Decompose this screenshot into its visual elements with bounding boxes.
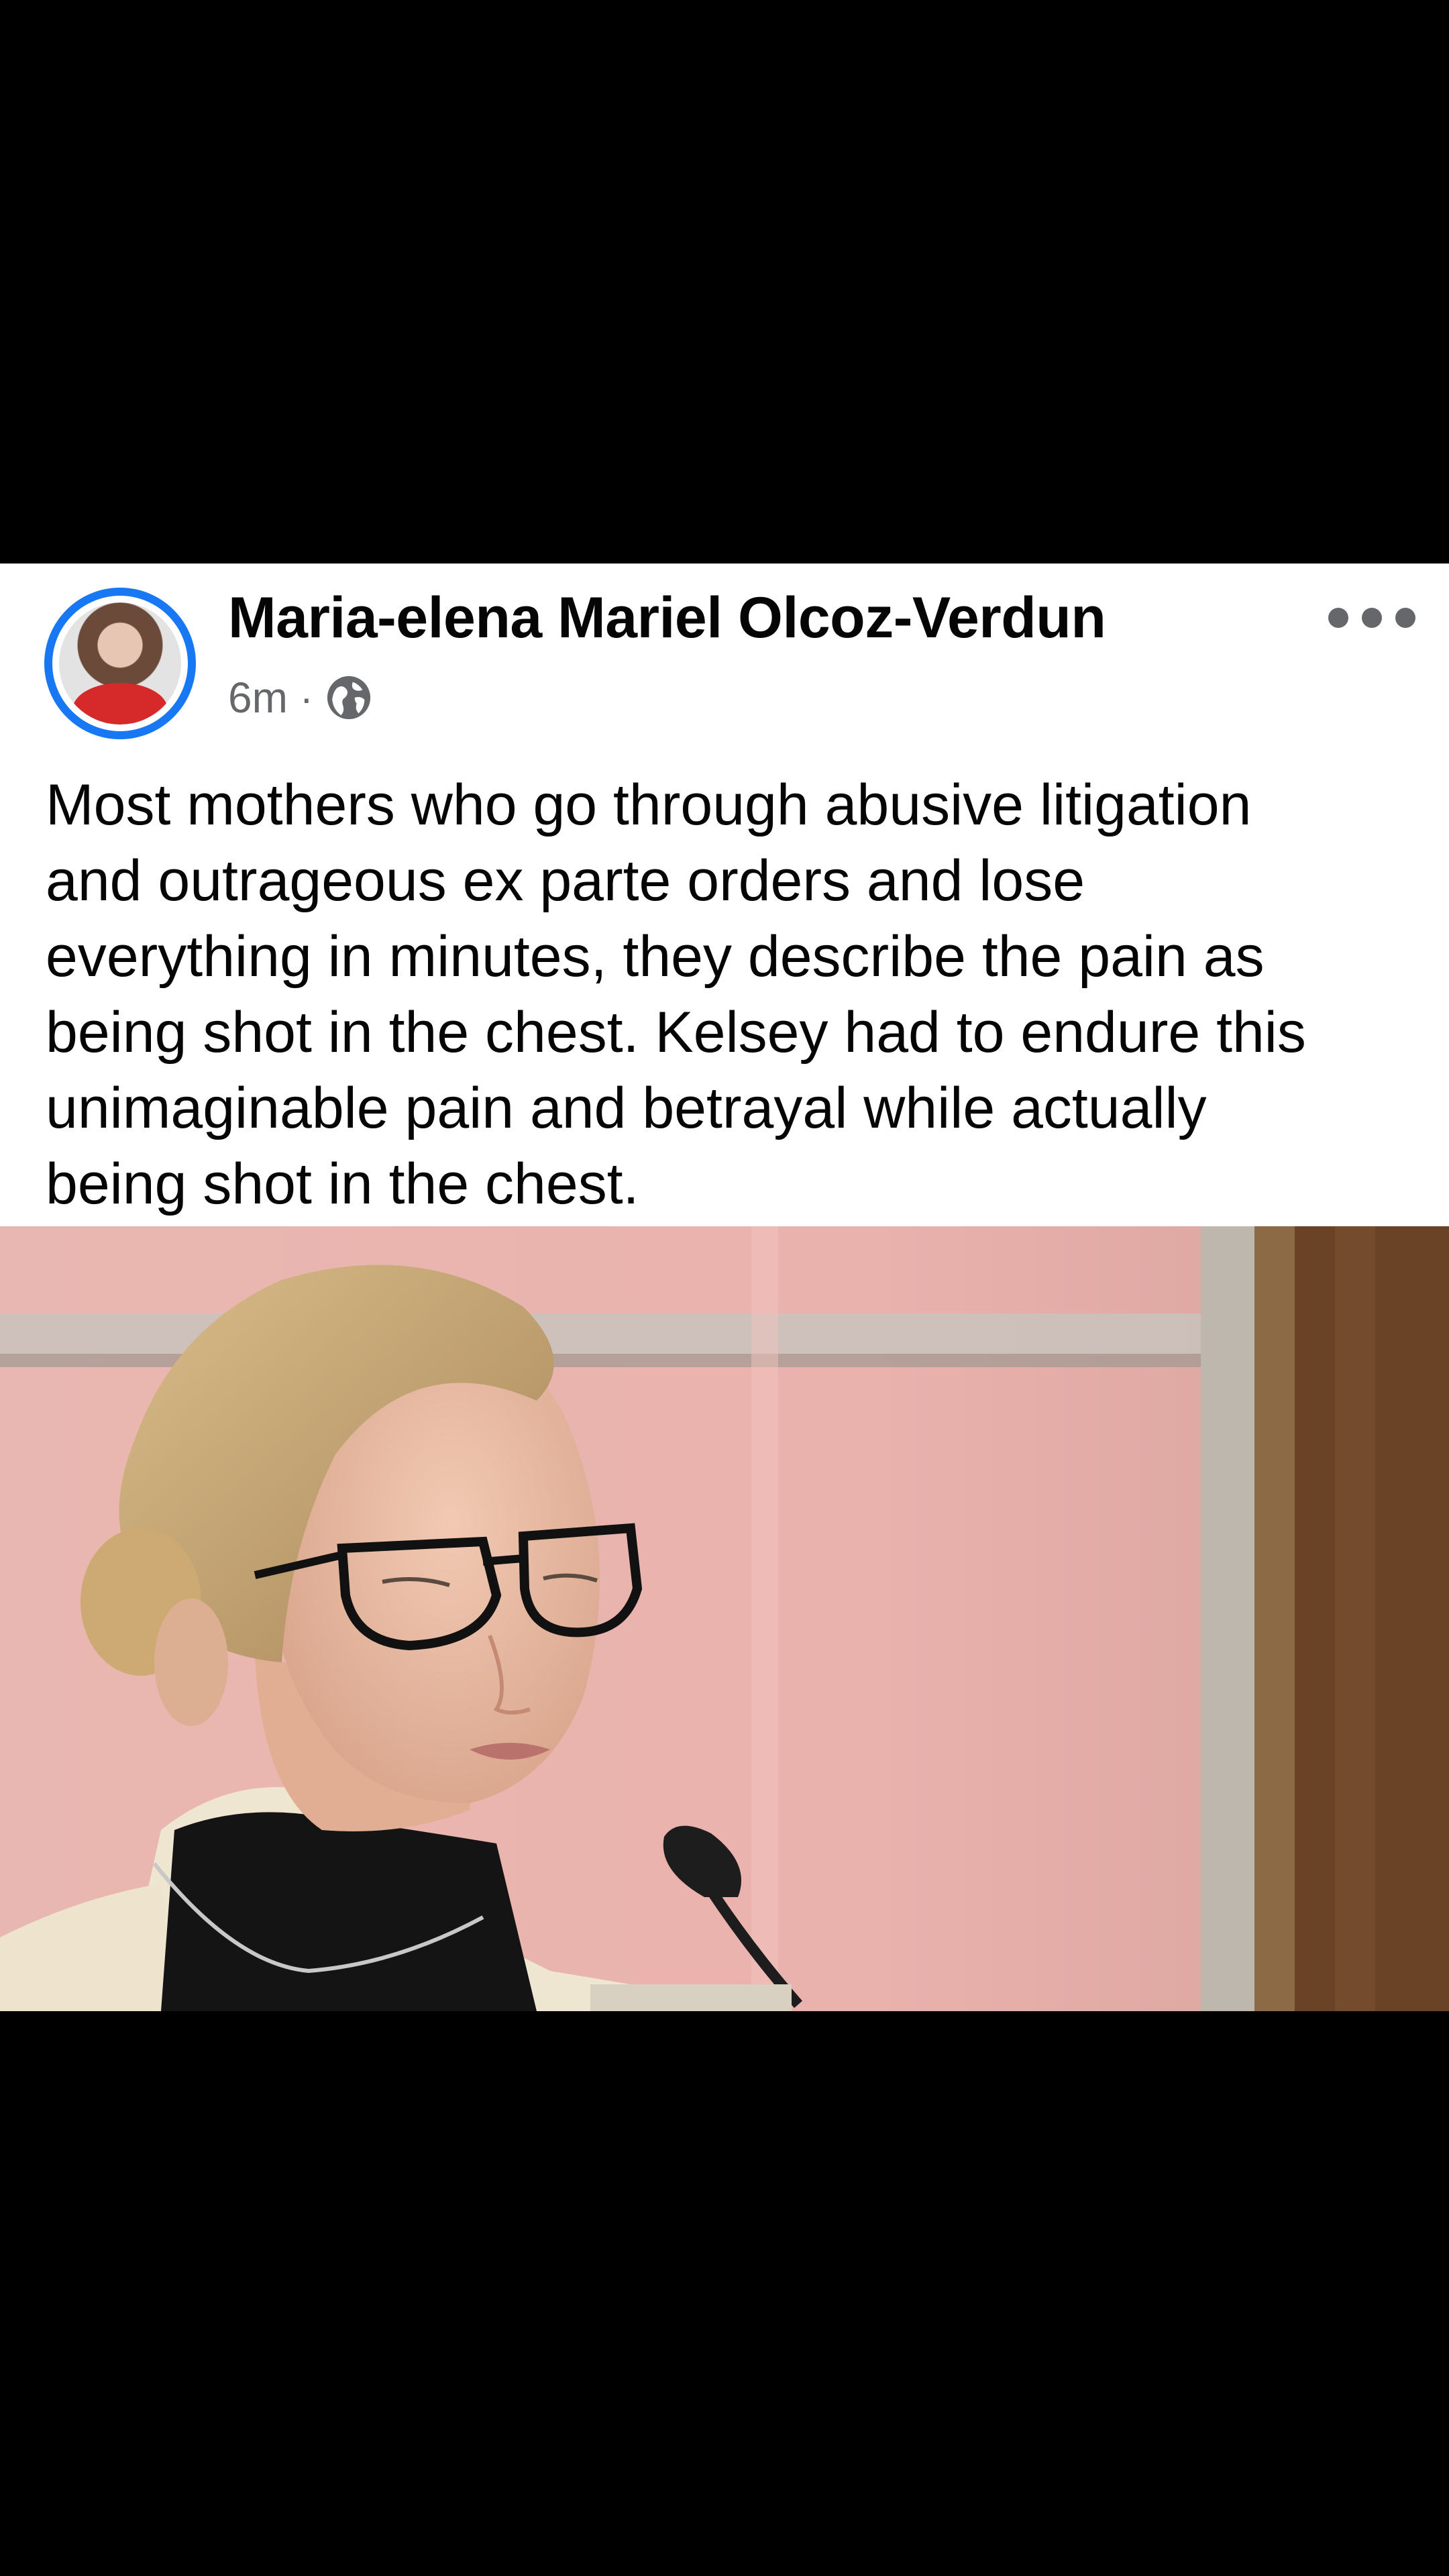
- more-options-icon[interactable]: [1328, 601, 1415, 635]
- post-image[interactable]: [0, 1226, 1449, 2011]
- post-text: Most mothers who go through abusive liti…: [46, 767, 1414, 1222]
- post-text-line: Most mothers who go through abusive liti…: [46, 773, 1252, 837]
- post-text-line: being shot in the chest.: [46, 1152, 639, 1216]
- more-dot: [1395, 608, 1415, 628]
- avatar-shirt: [72, 683, 168, 724]
- meta-separator: ·: [299, 675, 313, 720]
- author-name[interactable]: Maria-elena Mariel Olcoz-Verdun: [228, 585, 1106, 651]
- post-timestamp[interactable]: 6m: [228, 673, 288, 722]
- more-dot: [1328, 608, 1348, 628]
- more-dot: [1362, 608, 1382, 628]
- globe-icon[interactable]: [325, 674, 372, 721]
- post-photo: [0, 1226, 1449, 2011]
- top-letterbox: [0, 0, 1449, 564]
- post-text-line: unimaginable pain and betrayal while act…: [46, 1076, 1207, 1140]
- post-text-line: and outrageous ex parte orders and lose: [46, 849, 1085, 913]
- post-text-line: everything in minutes, they describe the…: [46, 924, 1265, 989]
- bottom-letterbox: [0, 2011, 1449, 2576]
- post-meta: 6m ·: [228, 671, 372, 724]
- avatar-border: [52, 596, 188, 731]
- avatar-photo: [59, 602, 181, 724]
- post-text-line: being shot in the chest. Kelsey had to e…: [46, 1000, 1306, 1065]
- author-avatar[interactable]: [44, 588, 196, 739]
